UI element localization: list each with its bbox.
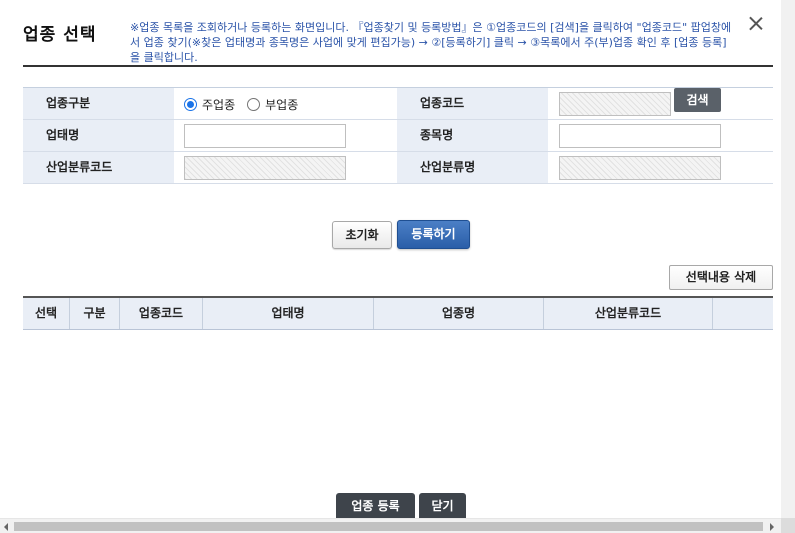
secondary-industry-label[interactable]: 부업종: [265, 96, 298, 113]
grid-col-select[interactable]: 선택: [23, 298, 70, 329]
help-notice: ※업종 목록을 조회하거나 등록하는 화면입니다. 『업종찾기 및 등록방법』은…: [130, 21, 732, 64]
form-row-type: 업종구분 주업종 부업종 업종코드 검색: [23, 88, 773, 120]
industry-code-label: 업종코드: [397, 88, 548, 119]
scroll-right-arrow-icon[interactable]: [770, 523, 774, 531]
item-name-cell: [548, 120, 773, 151]
item-name-input[interactable]: [559, 124, 721, 148]
industry-class-name-cell: [548, 152, 773, 183]
business-type-label: 업태명: [23, 120, 174, 151]
industry-class-code-field: [184, 156, 346, 180]
close-icon[interactable]: [746, 14, 766, 34]
register-button[interactable]: 등록하기: [397, 220, 470, 249]
industry-class-name-label: 산업분류명: [397, 152, 548, 183]
industry-code-cell: 검색: [548, 88, 773, 119]
dialog-header: 업종 선택 ※업종 목록을 조회하거나 등록하는 화면입니다. 『업종찾기 및 …: [23, 14, 773, 66]
grid-col-industry-code[interactable]: 업종코드: [120, 298, 203, 329]
business-type-cell: [174, 120, 397, 151]
horizontal-scroll-thumb[interactable]: [14, 522, 763, 531]
grid-col-industry-name[interactable]: 업종명: [374, 298, 544, 329]
secondary-industry-radio[interactable]: [247, 98, 261, 111]
business-type-input[interactable]: [184, 124, 346, 148]
horizontal-scrollbar[interactable]: [0, 518, 795, 533]
primary-industry-label[interactable]: 주업종: [202, 96, 235, 113]
grid-col-business-type[interactable]: 업태명: [203, 298, 374, 329]
scroll-left-arrow-icon[interactable]: [4, 523, 8, 531]
industry-code-field: [559, 92, 671, 116]
industry-register-button[interactable]: 업종 등록: [336, 493, 415, 520]
industry-select-dialog: 업종 선택 ※업종 목록을 조회하거나 등록하는 화면입니다. 『업종찾기 및 …: [0, 0, 795, 533]
industry-grid-header: 선택 구분 업종코드 업태명 업종명 산업분류코드: [23, 296, 773, 330]
industry-type-cell: 주업종 부업종: [174, 88, 397, 119]
vertical-scrollbar[interactable]: [781, 0, 795, 518]
industry-type-label: 업종구분: [23, 88, 174, 119]
header-divider: [23, 65, 773, 67]
item-name-label: 종목명: [397, 120, 548, 151]
industry-type-radio-group: 주업종 부업종: [184, 96, 310, 113]
industry-class-code-cell: [174, 152, 397, 183]
grid-col-type[interactable]: 구분: [70, 298, 120, 329]
form-row-business: 업태명 종목명: [23, 120, 773, 152]
reset-button[interactable]: 초기화: [332, 221, 392, 249]
scrollbar-corner: [781, 518, 795, 533]
primary-industry-radio[interactable]: [184, 98, 197, 111]
delete-selected-button[interactable]: 선택내용 삭제: [669, 265, 773, 290]
grid-col-industry-class-code[interactable]: 산업분류코드: [544, 298, 713, 329]
form-row-industry-class: 산업분류코드 산업분류명: [23, 152, 773, 184]
search-button[interactable]: 검색: [674, 88, 721, 112]
industry-class-name-field: [559, 156, 721, 180]
industry-form: 업종구분 주업종 부업종 업종코드 검색 업태명 종목명 산업분류코드 산업분류…: [23, 87, 773, 184]
dialog-title: 업종 선택: [23, 25, 97, 45]
close-button[interactable]: 닫기: [419, 493, 466, 520]
industry-class-code-label: 산업분류코드: [23, 152, 174, 183]
